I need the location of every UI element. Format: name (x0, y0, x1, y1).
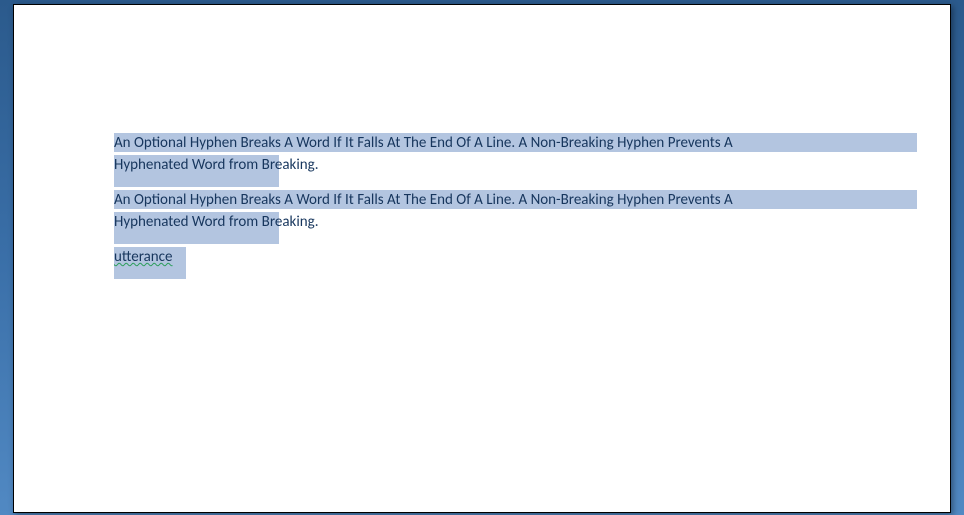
paragraph-text[interactable]: Hyphenated Word from Breaking. (114, 156, 319, 174)
paragraph-2[interactable]: An Optional Hyphen Breaks A Word If It F… (114, 189, 909, 233)
paragraph-text[interactable]: An Optional Hyphen Breaks A Word If It F… (114, 134, 733, 152)
paragraph-1[interactable]: An Optional Hyphen Breaks A Word If It F… (114, 132, 909, 176)
grammar-flagged-word[interactable]: utterance (114, 248, 173, 266)
document-page[interactable]: An Optional Hyphen Breaks A Word If It F… (13, 4, 951, 513)
paragraph-3[interactable]: utterance (114, 246, 909, 268)
paragraph-text[interactable]: An Optional Hyphen Breaks A Word If It F… (114, 191, 733, 209)
document-content[interactable]: An Optional Hyphen Breaks A Word If It F… (114, 132, 909, 281)
paragraph-text[interactable]: Hyphenated Word from Breaking. (114, 213, 319, 231)
